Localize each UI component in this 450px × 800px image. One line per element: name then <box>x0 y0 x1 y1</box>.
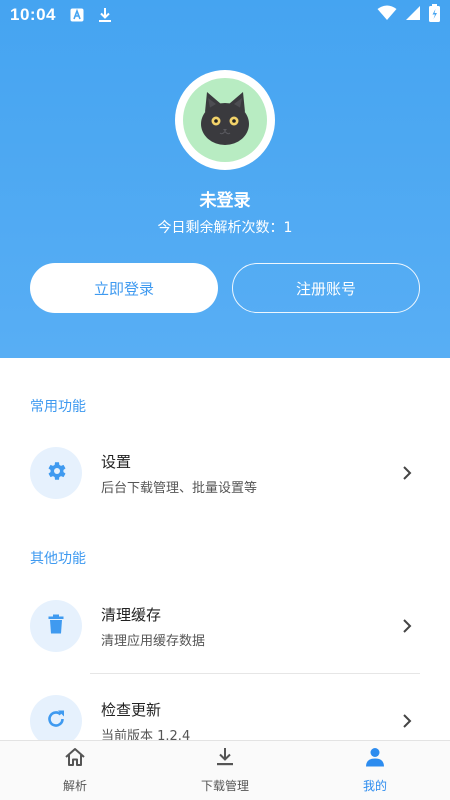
profile-header: 10:04 未登录 今日剩余解析次数：1 立即登录 注册账号 <box>0 0 450 358</box>
check-update-item-title: 检查更新 <box>101 701 162 719</box>
wifi-icon <box>377 5 397 25</box>
section-title-common: 常用功能 <box>30 399 86 415</box>
settings-item-title: 设置 <box>101 453 132 471</box>
nav-parse[interactable]: 解析 <box>0 741 150 800</box>
register-button[interactable]: 注册账号 <box>232 263 420 313</box>
divider <box>90 673 420 674</box>
nav-mine[interactable]: 我的 <box>300 741 450 800</box>
chevron-right-icon <box>402 465 412 485</box>
settings-item-subtitle: 后台下载管理、批量设置等 <box>101 481 258 496</box>
nav-download-manager-label: 下载管理 <box>200 779 249 793</box>
cellular-signal-icon <box>405 5 421 25</box>
download-icon <box>215 747 235 771</box>
clear-cache-icon-circle <box>30 600 82 652</box>
avatar[interactable] <box>175 70 275 170</box>
trash-icon <box>45 613 67 639</box>
text-a-icon <box>70 8 84 22</box>
login-button[interactable]: 立即登录 <box>30 263 218 313</box>
refresh-icon <box>45 708 67 734</box>
clear-cache-item-title: 清理缓存 <box>101 606 162 624</box>
clear-cache-item[interactable]: 清理缓存 清理应用缓存数据 <box>0 587 450 665</box>
username: 未登录 <box>199 191 251 211</box>
clear-cache-item-subtitle: 清理应用缓存数据 <box>101 634 206 649</box>
home-icon <box>64 747 86 771</box>
battery-icon <box>429 4 440 26</box>
cat-avatar-image <box>183 78 267 162</box>
section-title-other: 其他功能 <box>30 551 86 567</box>
bottom-navigation: 解析 下载管理 我的 <box>0 740 450 800</box>
status-time: 10:04 <box>10 5 56 24</box>
remaining-quota-text: 今日剩余解析次数：1 <box>157 220 293 236</box>
nav-download-manager[interactable]: 下载管理 <box>150 741 300 800</box>
gear-icon <box>44 459 68 487</box>
nav-mine-label: 我的 <box>362 779 387 793</box>
person-icon <box>365 747 385 771</box>
chevron-right-icon <box>402 618 412 638</box>
settings-icon-circle <box>30 447 82 499</box>
settings-item[interactable]: 设置 后台下载管理、批量设置等 <box>0 434 450 512</box>
nav-parse-label: 解析 <box>62 779 87 793</box>
download-status-icon <box>98 7 112 23</box>
chevron-right-icon <box>402 713 412 733</box>
status-bar: 10:04 <box>0 0 450 30</box>
